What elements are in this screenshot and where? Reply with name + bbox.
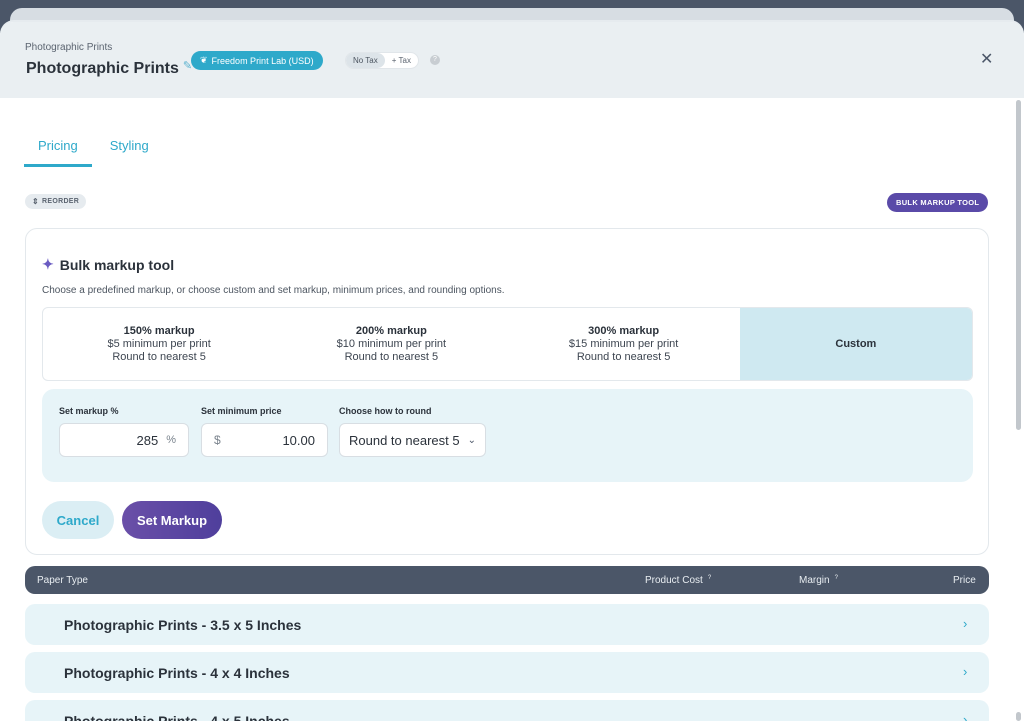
title-row: Photographic Prints ✎	[26, 60, 192, 78]
round-field-label: Choose how to round	[339, 406, 432, 416]
markup-field-label: Set markup %	[59, 406, 119, 416]
round-select[interactable]: Round to nearest 5 ⌄	[339, 423, 486, 457]
chevron-down-icon: ⌄	[467, 434, 476, 446]
col-margin-label: Margin	[799, 575, 830, 586]
preset-min: $15 minimum per print	[568, 337, 679, 350]
breadcrumb: Photographic Prints	[25, 42, 113, 53]
panel-title: ✦ Bulk markup tool	[42, 256, 174, 273]
col-price: Price	[953, 575, 976, 586]
preset-round: Round to nearest 5	[112, 350, 206, 363]
preset-name: Custom	[835, 337, 877, 350]
percent-suffix: %	[166, 434, 176, 446]
round-value: Round to nearest 5	[349, 432, 460, 448]
tab-pricing[interactable]: Pricing	[24, 134, 92, 167]
table-row[interactable]: Photographic Prints - 4 x 5 Inches ›	[25, 700, 989, 721]
panel-description: Choose a predefined markup, or choose cu…	[42, 285, 505, 296]
col-product-cost: Product Cost?	[645, 575, 711, 586]
min-price-value: 10.00	[282, 432, 315, 448]
page-title: Photographic Prints	[26, 60, 179, 77]
row-label: Photographic Prints - 3.5 x 5 Inches	[64, 617, 302, 633]
col-paper-type: Paper Type	[37, 575, 88, 586]
preset-name: 150% markup	[123, 324, 195, 337]
markup-percent-input[interactable]: 285 %	[59, 423, 189, 457]
pricing-modal: Photographic Prints Photographic Prints …	[0, 22, 1024, 721]
min-price-field-label: Set minimum price	[201, 406, 282, 416]
chevron-right-icon: ›	[963, 712, 968, 721]
markup-presets: 150% markup $5 minimum per print Round t…	[42, 307, 973, 381]
help-icon[interactable]: ?	[708, 575, 711, 581]
magic-wand-icon: ✦	[42, 256, 54, 272]
min-price-input[interactable]: $ 10.00	[201, 423, 328, 457]
markup-value: 285	[136, 432, 159, 448]
preset-round: Round to nearest 5	[576, 350, 671, 363]
col-product-cost-label: Product Cost	[645, 575, 703, 586]
row-label: Photographic Prints - 4 x 4 Inches	[64, 665, 290, 681]
scrollbar-thumb[interactable]	[1016, 100, 1021, 430]
table-row[interactable]: Photographic Prints - 4 x 4 Inches ›	[25, 652, 989, 693]
preset-name: 200% markup	[355, 324, 427, 337]
modal-header: Photographic Prints Photographic Prints …	[0, 22, 1024, 98]
tax-toggle[interactable]: No Tax + Tax	[345, 52, 419, 69]
set-markup-button[interactable]: Set Markup	[122, 501, 222, 539]
bulk-markup-panel: ✦ Bulk markup tool Choose a predefined m…	[25, 228, 989, 555]
reorder-button[interactable]: ⇕ REORDER	[25, 194, 87, 209]
scrollbar-end[interactable]	[1016, 712, 1021, 721]
panel-title-text: Bulk markup tool	[59, 256, 175, 273]
tax-option-no-tax[interactable]: No Tax	[346, 53, 385, 68]
tax-option-plus-tax[interactable]: + Tax	[385, 53, 418, 68]
preset-150[interactable]: 150% markup $5 minimum per print Round t…	[43, 308, 275, 380]
cancel-button[interactable]: Cancel	[42, 501, 114, 539]
preset-300[interactable]: 300% markup $15 minimum per print Round …	[508, 308, 740, 380]
col-margin: Margin?	[799, 575, 838, 586]
bulk-markup-tool-button[interactable]: BULK MARKUP TOOL	[887, 193, 989, 212]
lab-pill[interactable]: ❦ Freedom Print Lab (USD)	[191, 51, 323, 70]
lab-pill-label: Freedom Print Lab (USD)	[211, 55, 314, 66]
close-icon[interactable]: ✕	[980, 49, 993, 69]
custom-markup-form: Set markup % Set minimum price Choose ho…	[42, 389, 973, 482]
preset-round: Round to nearest 5	[344, 350, 439, 363]
lab-leaf-icon: ❦	[200, 55, 208, 65]
preset-200[interactable]: 200% markup $10 minimum per print Round …	[275, 308, 507, 380]
row-label: Photographic Prints - 4 x 5 Inches	[64, 713, 290, 721]
preset-min: $10 minimum per print	[336, 337, 447, 350]
dollar-prefix: $	[214, 433, 221, 447]
preset-name: 300% markup	[588, 324, 660, 337]
question-icon[interactable]: ?	[430, 55, 440, 65]
table-header: Paper Type Product Cost? Margin? Price	[25, 566, 989, 594]
reorder-label: REORDER	[42, 198, 80, 205]
table-row[interactable]: Photographic Prints - 3.5 x 5 Inches ›	[25, 604, 989, 645]
preset-min: $5 minimum per print	[107, 337, 211, 350]
tab-bar: Pricing Styling	[24, 134, 163, 167]
preset-custom[interactable]: Custom	[739, 308, 972, 380]
help-icon[interactable]: ?	[835, 575, 838, 581]
tab-styling[interactable]: Styling	[96, 134, 163, 167]
reorder-arrows-icon: ⇕	[32, 197, 40, 206]
chevron-right-icon: ›	[963, 616, 968, 631]
chevron-right-icon: ›	[963, 664, 968, 679]
